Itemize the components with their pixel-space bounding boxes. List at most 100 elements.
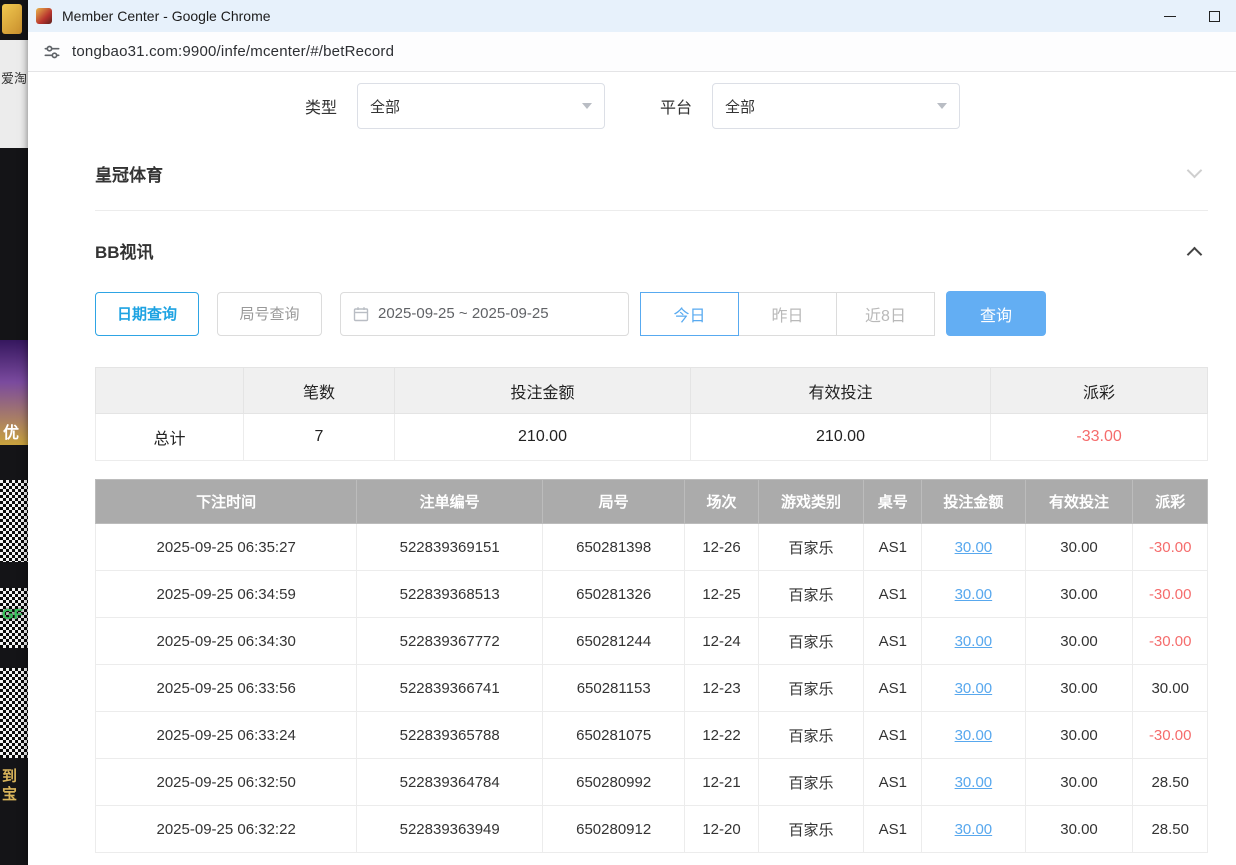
table-row: 2025-09-25 06:34:59 522839368513 6502813… bbox=[96, 571, 1208, 618]
game-type-cell: 百家乐 bbox=[758, 712, 864, 759]
qr-code-image bbox=[0, 480, 28, 562]
game-type-cell: 百家乐 bbox=[758, 665, 864, 712]
yesterday-button[interactable]: 昨日 bbox=[738, 292, 837, 336]
platform-select[interactable]: 全部 bbox=[712, 83, 960, 129]
session-cell: 12-25 bbox=[685, 571, 758, 618]
summary-header-empty bbox=[96, 368, 244, 414]
order-number-cell: 522839364784 bbox=[357, 759, 543, 806]
table-row: 2025-09-25 06:33:24 522839365788 6502810… bbox=[96, 712, 1208, 759]
valid-bet-cell: 30.00 bbox=[1025, 618, 1133, 665]
url-text[interactable]: tongbao31.com:9900/infe/mcenter/#/betRec… bbox=[72, 43, 394, 60]
date-range-input[interactable]: 2025-09-25 ~ 2025-09-25 bbox=[340, 292, 629, 336]
table-number-cell: AS1 bbox=[864, 524, 922, 571]
order-number-cell: 522839367772 bbox=[357, 618, 543, 665]
bet-amount-link[interactable]: 30.00 bbox=[955, 727, 993, 744]
bet-time-cell: 2025-09-25 06:35:27 bbox=[96, 524, 357, 571]
round-number-cell: 650280912 bbox=[543, 806, 685, 853]
bet-amount-link[interactable]: 30.00 bbox=[955, 774, 993, 791]
table-number-cell: AS1 bbox=[864, 712, 922, 759]
round-query-tab[interactable]: 局号查询 bbox=[217, 292, 322, 336]
browser-urlbar[interactable]: tongbao31.com:9900/infe/mcenter/#/betRec… bbox=[28, 32, 1236, 72]
summary-count-value: 7 bbox=[243, 414, 394, 461]
bet-time-cell: 2025-09-25 06:33:56 bbox=[96, 665, 357, 712]
summary-header-count: 笔数 bbox=[243, 368, 394, 414]
minimize-icon bbox=[1164, 16, 1176, 17]
session-cell: 12-26 bbox=[685, 524, 758, 571]
recent-8-days-button[interactable]: 近8日 bbox=[836, 292, 935, 336]
valid-bet-cell: 30.00 bbox=[1025, 712, 1133, 759]
summary-valid-value: 210.00 bbox=[690, 414, 990, 461]
search-button[interactable]: 查询 bbox=[946, 291, 1046, 336]
bet-records-table: 下注时间 注单编号 局号 场次 游戏类别 桌号 投注金额 有效投注 派彩 202… bbox=[95, 479, 1208, 853]
site-settings-icon[interactable] bbox=[42, 42, 62, 62]
chevron-down-icon bbox=[582, 103, 592, 109]
type-select[interactable]: 全部 bbox=[357, 83, 605, 129]
summary-total-label: 总计 bbox=[96, 414, 244, 461]
quick-date-segment: 今日 昨日 近8日 bbox=[640, 292, 935, 336]
round-number-cell: 650281244 bbox=[543, 618, 685, 665]
bet-amount-link[interactable]: 30.00 bbox=[955, 633, 993, 650]
bet-amount-link[interactable]: 30.00 bbox=[955, 586, 993, 603]
background-promo-image: 优 bbox=[0, 340, 28, 445]
valid-bet-cell: 30.00 bbox=[1025, 665, 1133, 712]
game-type-cell: 百家乐 bbox=[758, 759, 864, 806]
order-number-cell: 522839365788 bbox=[357, 712, 543, 759]
date-range-value: 2025-09-25 ~ 2025-09-25 bbox=[378, 305, 549, 322]
summary-payout-value: -33.00 bbox=[991, 414, 1208, 461]
query-bar: 日期查询 局号查询 2025-09-25 ~ 2025-09-25 今日 昨日 … bbox=[95, 291, 1208, 336]
bet-time-cell: 2025-09-25 06:33:24 bbox=[96, 712, 357, 759]
summary-table: 笔数 投注金额 有效投注 派彩 总计 7 210.00 210.00 -33.0… bbox=[95, 367, 1208, 461]
table-number-cell: AS1 bbox=[864, 665, 922, 712]
game-type-cell: 百家乐 bbox=[758, 571, 864, 618]
chevron-down-icon bbox=[937, 103, 947, 109]
bet-amount-link[interactable]: 30.00 bbox=[955, 539, 993, 556]
session-cell: 12-21 bbox=[685, 759, 758, 806]
chevron-down-icon[interactable] bbox=[1187, 163, 1203, 179]
header-payout: 派彩 bbox=[1133, 480, 1208, 524]
game-type-cell: 百家乐 bbox=[758, 524, 864, 571]
payout-cell: -30.00 bbox=[1133, 712, 1208, 759]
bet-amount-link[interactable]: 30.00 bbox=[955, 680, 993, 697]
round-number-cell: 650281075 bbox=[543, 712, 685, 759]
section-crown-sports[interactable]: 皇冠体育 bbox=[95, 161, 1208, 186]
section-crown-title: 皇冠体育 bbox=[95, 161, 163, 186]
session-cell: 12-20 bbox=[685, 806, 758, 853]
table-number-cell: AS1 bbox=[864, 618, 922, 665]
bet-time-cell: 2025-09-25 06:32:22 bbox=[96, 806, 357, 853]
section-bb-video[interactable]: BB视讯 bbox=[95, 238, 1208, 263]
window-titlebar[interactable]: Member Center - Google Chrome bbox=[28, 0, 1236, 32]
calendar-icon bbox=[353, 306, 369, 322]
valid-bet-cell: 30.00 bbox=[1025, 524, 1133, 571]
order-number-cell: 522839363949 bbox=[357, 806, 543, 853]
detail-header-row: 下注时间 注单编号 局号 场次 游戏类别 桌号 投注金额 有效投注 派彩 bbox=[96, 480, 1208, 524]
header-game-type: 游戏类别 bbox=[758, 480, 864, 524]
today-button[interactable]: 今日 bbox=[640, 292, 739, 336]
header-valid-bet: 有效投注 bbox=[1025, 480, 1133, 524]
round-number-cell: 650280992 bbox=[543, 759, 685, 806]
minimize-button[interactable] bbox=[1148, 0, 1192, 32]
chevron-up-icon[interactable] bbox=[1187, 247, 1203, 263]
date-query-tab[interactable]: 日期查询 bbox=[95, 292, 199, 336]
filter-row: 类型 全部 平台 全部 bbox=[305, 83, 1208, 129]
round-number-cell: 650281153 bbox=[543, 665, 685, 712]
background-text-aitao: 爱淘 bbox=[1, 72, 28, 87]
game-type-cell: 百家乐 bbox=[758, 618, 864, 665]
table-number-cell: AS1 bbox=[864, 806, 922, 853]
type-select-value: 全部 bbox=[370, 96, 582, 117]
session-cell: 12-23 bbox=[685, 665, 758, 712]
maximize-button[interactable] bbox=[1192, 0, 1236, 32]
qr-code-image bbox=[0, 668, 28, 758]
header-bet-time: 下注时间 bbox=[96, 480, 357, 524]
valid-bet-cell: 30.00 bbox=[1025, 759, 1133, 806]
header-bet-amount: 投注金额 bbox=[922, 480, 1025, 524]
payout-cell: 28.50 bbox=[1133, 806, 1208, 853]
table-row: 2025-09-25 06:32:50 522839364784 6502809… bbox=[96, 759, 1208, 806]
payout-cell: -30.00 bbox=[1133, 618, 1208, 665]
window-controls bbox=[1148, 0, 1236, 32]
platform-select-value: 全部 bbox=[725, 96, 937, 117]
bet-amount-link[interactable]: 30.00 bbox=[955, 821, 993, 838]
window-title: Member Center - Google Chrome bbox=[62, 8, 271, 24]
summary-header-bet: 投注金额 bbox=[395, 368, 691, 414]
summary-bet-value: 210.00 bbox=[395, 414, 691, 461]
header-session: 场次 bbox=[685, 480, 758, 524]
